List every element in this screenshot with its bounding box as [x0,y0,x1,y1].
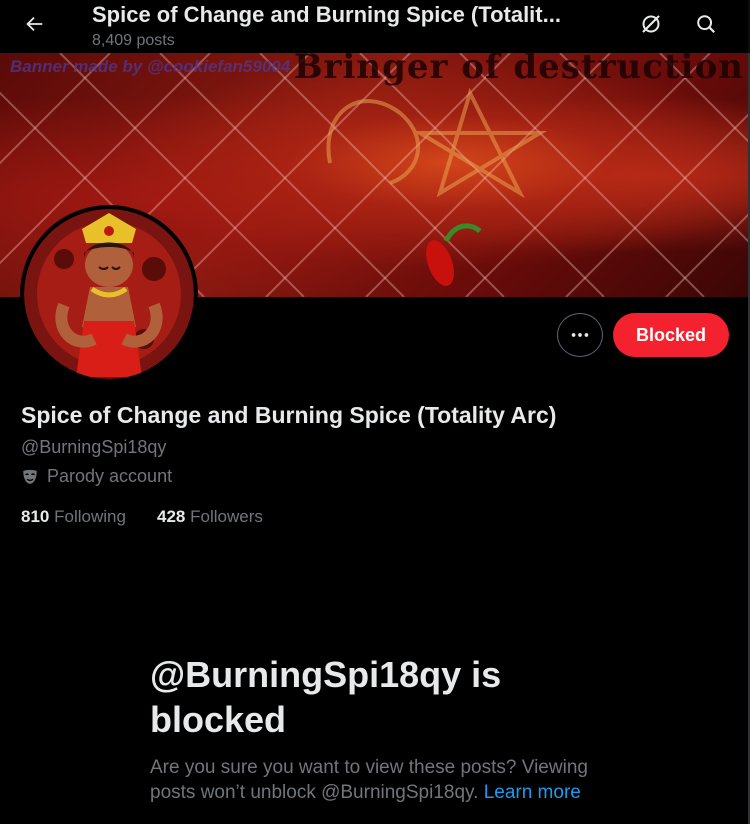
blocked-button[interactable]: Blocked [613,313,729,357]
header-title: Spice of Change and Burning Spice (Total… [92,2,561,27]
grok-icon [642,15,660,33]
back-button[interactable] [14,4,54,44]
following-count: 810 [21,507,50,526]
profile-avatar[interactable] [20,205,198,383]
blocked-notice-description: Are you sure you want to view these post… [150,755,610,805]
profile-display-name: Spice of Change and Burning Spice (Total… [21,402,557,428]
search-button[interactable] [686,4,726,44]
header-post-count: 8,409 posts [92,32,175,49]
avatar-image [24,209,194,379]
profile-header-bar: Spice of Change and Burning Spice (Total… [0,0,750,53]
more-icon [571,333,589,337]
back-arrow-icon [26,16,43,32]
parody-label: Parody account [21,466,172,487]
parody-mask-icon [23,469,37,484]
followers-link[interactable]: 428 Followers [157,507,263,527]
banner-credit-text: Banner made by @cookiefan59004 [10,57,291,76]
following-label: Following [54,507,126,526]
following-link[interactable]: 810 Following [21,507,126,527]
search-icon [697,15,716,34]
parody-label-text: Parody account [47,466,173,486]
banner-title-text: Bringer of destruction [293,53,744,87]
blocked-notice-title: @BurningSpi18qy is blocked [150,654,502,740]
followers-label: Followers [190,507,263,526]
grok-button[interactable] [631,4,671,44]
followers-count: 428 [157,507,186,526]
profile-handle: @BurningSpi18qy [21,437,167,457]
more-options-button[interactable] [557,313,603,357]
learn-more-link[interactable]: Learn more [484,782,581,803]
